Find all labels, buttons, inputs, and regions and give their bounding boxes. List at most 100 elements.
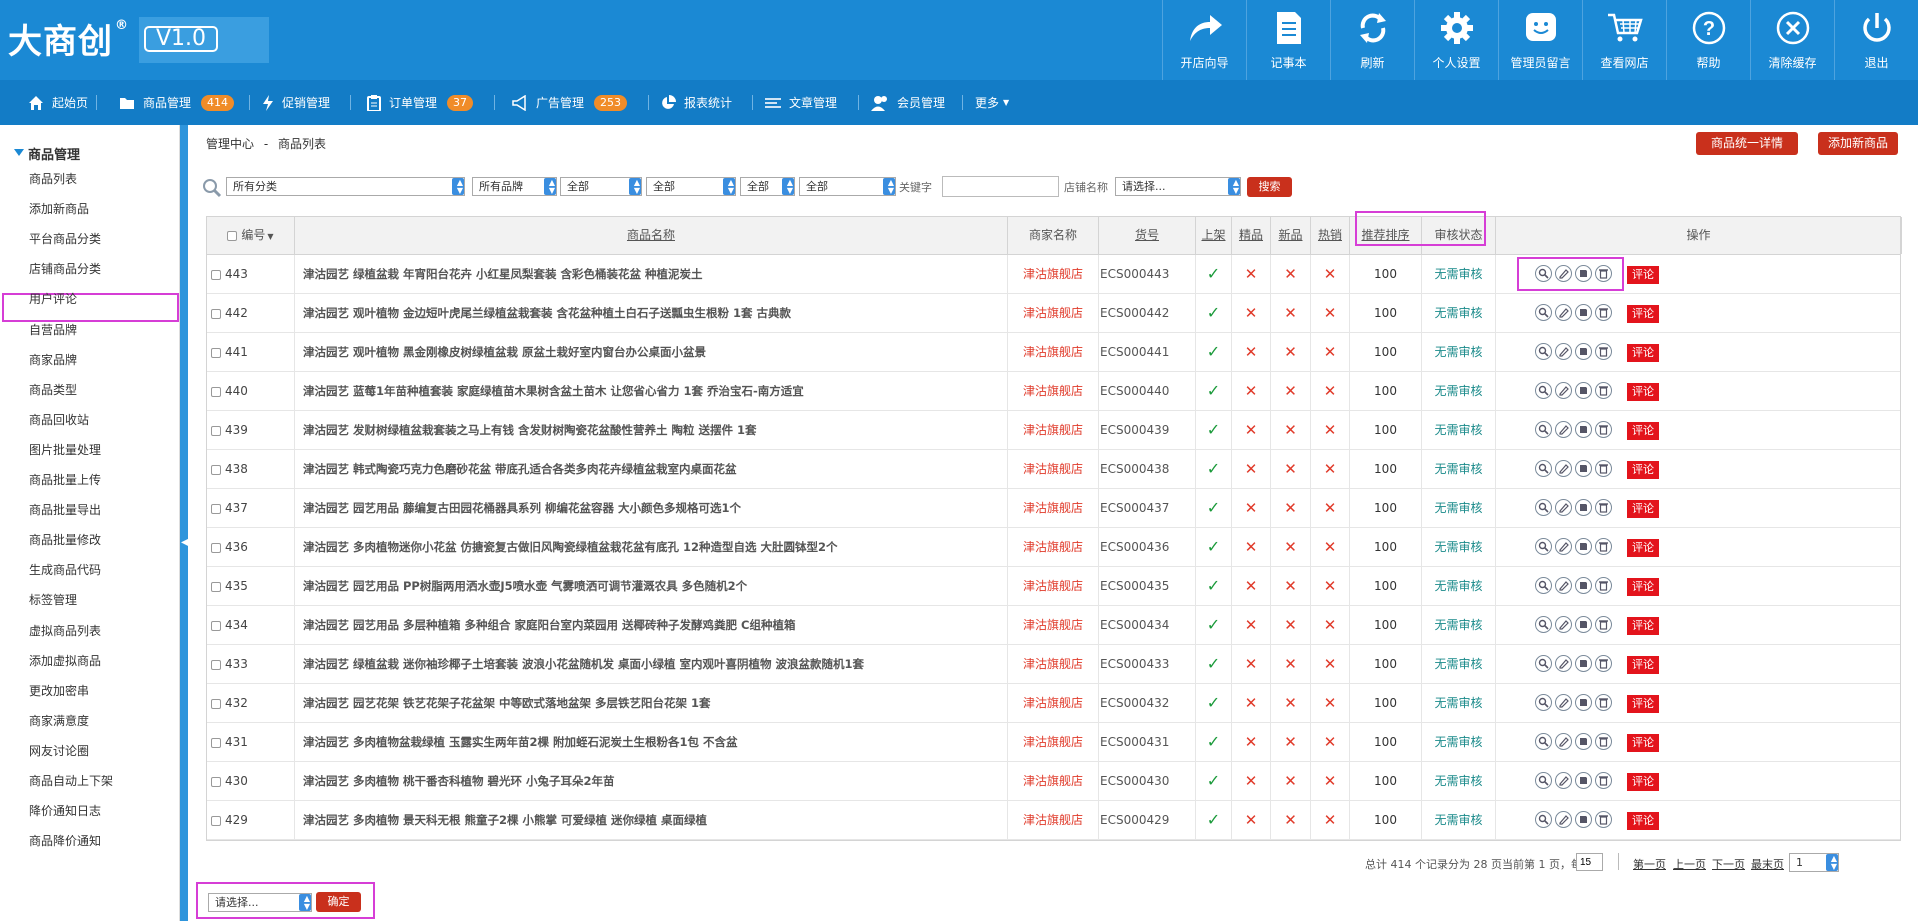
sidebar-item[interactable]: 平台商品分类: [29, 230, 101, 247]
sidebar-item[interactable]: 商家满意度: [29, 712, 89, 729]
edit-icon[interactable]: [1555, 772, 1572, 789]
sidebar-item[interactable]: 标签管理: [29, 591, 77, 608]
sidebar-item[interactable]: 商品降价通知: [29, 832, 101, 849]
view-icon[interactable]: [1535, 733, 1552, 750]
col-header-id[interactable]: 编号 ▼: [207, 217, 295, 254]
best-toggle[interactable]: ✕: [1232, 450, 1271, 488]
goods-name-link[interactable]: 津沽园艺 绿植盆栽 迷你袖珍椰子土培套装 波浪小花盆随机发 桌面小绿植 室内观叶…: [303, 657, 864, 671]
onsale-toggle[interactable]: ✓: [1196, 762, 1232, 800]
sidebar-item[interactable]: 商品类型: [29, 381, 77, 398]
category-select[interactable]: 所有分类 ▲ ▼: [226, 177, 465, 196]
comment-button[interactable]: 评论: [1627, 304, 1659, 323]
cell-sort[interactable]: 100: [1350, 606, 1422, 644]
delete-icon[interactable]: [1595, 421, 1612, 438]
best-toggle[interactable]: ✕: [1232, 489, 1271, 527]
new-toggle[interactable]: ✕: [1271, 333, 1311, 371]
onsale-toggle[interactable]: ✓: [1196, 450, 1232, 488]
new-toggle[interactable]: ✕: [1271, 567, 1311, 605]
nav-item-6[interactable]: 文章管理: [765, 80, 837, 125]
hot-toggle[interactable]: ✕: [1311, 645, 1350, 683]
onsale-toggle[interactable]: ✓: [1196, 528, 1232, 566]
cell-sort[interactable]: 100: [1350, 333, 1422, 371]
edit-icon[interactable]: [1555, 382, 1572, 399]
add-goods-button[interactable]: 添加新商品: [1818, 132, 1898, 155]
edit-icon[interactable]: [1555, 421, 1572, 438]
onsale-toggle[interactable]: ✓: [1196, 684, 1232, 722]
goods-name-link[interactable]: 津沽园艺 蓝莓1年苗种植套装 家庭绿植苗木果树含盆土苗木 让您省心省力 1套 乔…: [303, 384, 804, 398]
row-checkbox[interactable]: [211, 581, 221, 592]
copy-icon[interactable]: [1575, 499, 1592, 516]
copy-icon[interactable]: [1575, 460, 1592, 477]
col-header-best[interactable]: 精品: [1232, 217, 1271, 254]
view-icon[interactable]: [1535, 460, 1552, 477]
sidebar-item[interactable]: 虚拟商品列表: [29, 622, 101, 639]
best-toggle[interactable]: ✕: [1232, 606, 1271, 644]
edit-icon[interactable]: [1555, 538, 1572, 555]
copy-icon[interactable]: [1575, 811, 1592, 828]
cell-sort[interactable]: 100: [1350, 489, 1422, 527]
onsale-toggle[interactable]: ✓: [1196, 723, 1232, 761]
delete-icon[interactable]: [1595, 694, 1612, 711]
best-toggle[interactable]: ✕: [1232, 684, 1271, 722]
hot-toggle[interactable]: ✕: [1311, 567, 1350, 605]
edit-icon[interactable]: [1555, 577, 1572, 594]
status-select-4[interactable]: 全部 ▲ ▼: [799, 177, 896, 196]
view-icon[interactable]: [1535, 811, 1552, 828]
cell-sort[interactable]: 100: [1350, 255, 1422, 293]
first-page-link[interactable]: 第一页: [1633, 856, 1666, 872]
edit-icon[interactable]: [1555, 811, 1572, 828]
delete-icon[interactable]: [1595, 655, 1612, 672]
best-toggle[interactable]: ✕: [1232, 372, 1271, 410]
view-icon[interactable]: [1535, 382, 1552, 399]
new-toggle[interactable]: ✕: [1271, 528, 1311, 566]
toolbar-cart-button[interactable]: 查看网店: [1582, 0, 1666, 80]
edit-icon[interactable]: [1555, 655, 1572, 672]
goods-name-link[interactable]: 津沽园艺 多肉植物迷你小花盆 仿搪瓷复古做旧风陶瓷绿植盆栽花盆有底孔 12种造型…: [303, 540, 838, 554]
onsale-toggle[interactable]: ✓: [1196, 645, 1232, 683]
goods-name-link[interactable]: 津沽园艺 观叶植物 金边短叶虎尾兰绿植盆栽套装 含花盆种植土白石子送瓢虫生根粉 …: [303, 306, 791, 320]
view-icon[interactable]: [1535, 499, 1552, 516]
best-toggle[interactable]: ✕: [1232, 645, 1271, 683]
best-toggle[interactable]: ✕: [1232, 801, 1271, 839]
new-toggle[interactable]: ✕: [1271, 645, 1311, 683]
sidebar-item[interactable]: 降价通知日志: [29, 802, 101, 819]
toolbar-power-button[interactable]: 退出: [1834, 0, 1918, 80]
row-checkbox[interactable]: [211, 776, 221, 787]
status-select-3[interactable]: 全部 ▲ ▼: [740, 177, 795, 196]
comment-button[interactable]: 评论: [1627, 343, 1659, 362]
view-icon[interactable]: [1535, 304, 1552, 321]
onsale-toggle[interactable]: ✓: [1196, 372, 1232, 410]
goods-name-link[interactable]: 津沽园艺 园艺用品 藤编复古田园花桶器具系列 柳编花盆容器 大小颜色多规格可选1…: [303, 501, 741, 515]
delete-icon[interactable]: [1595, 772, 1612, 789]
cell-sort[interactable]: 100: [1350, 567, 1422, 605]
cell-sort[interactable]: 100: [1350, 450, 1422, 488]
best-toggle[interactable]: ✕: [1232, 567, 1271, 605]
comment-button[interactable]: 评论: [1627, 655, 1659, 674]
sidebar-toggle[interactable]: ◀: [180, 125, 189, 921]
delete-icon[interactable]: [1595, 460, 1612, 477]
toolbar-share-arrow-button[interactable]: 开店向导: [1162, 0, 1246, 80]
delete-icon[interactable]: [1595, 382, 1612, 399]
toolbar-refresh-button[interactable]: 刷新: [1330, 0, 1414, 80]
edit-icon[interactable]: [1555, 733, 1572, 750]
onsale-toggle[interactable]: ✓: [1196, 411, 1232, 449]
best-toggle[interactable]: ✕: [1232, 723, 1271, 761]
hot-toggle[interactable]: ✕: [1311, 450, 1350, 488]
shop-name-select[interactable]: 请选择... ▲ ▼: [1115, 177, 1241, 196]
next-page-link[interactable]: 下一页: [1712, 856, 1745, 872]
nav-item-2[interactable]: 促销管理: [262, 80, 330, 125]
sidebar-item[interactable]: 用户评论: [29, 290, 77, 307]
goods-name-link[interactable]: 津沽园艺 园艺用品 PP树脂两用洒水壶J5喷水壶 气雾喷洒可调节灌溉农具 多色随…: [303, 579, 747, 593]
row-checkbox[interactable]: [211, 659, 221, 670]
delete-icon[interactable]: [1595, 304, 1612, 321]
new-toggle[interactable]: ✕: [1271, 606, 1311, 644]
hot-toggle[interactable]: ✕: [1311, 294, 1350, 332]
comment-button[interactable]: 评论: [1627, 382, 1659, 401]
new-toggle[interactable]: ✕: [1271, 450, 1311, 488]
onsale-toggle[interactable]: ✓: [1196, 567, 1232, 605]
row-checkbox[interactable]: [211, 386, 221, 397]
new-toggle[interactable]: ✕: [1271, 801, 1311, 839]
edit-icon[interactable]: [1555, 616, 1572, 633]
nav-item-7[interactable]: 会员管理: [871, 80, 945, 125]
view-icon[interactable]: [1535, 538, 1552, 555]
